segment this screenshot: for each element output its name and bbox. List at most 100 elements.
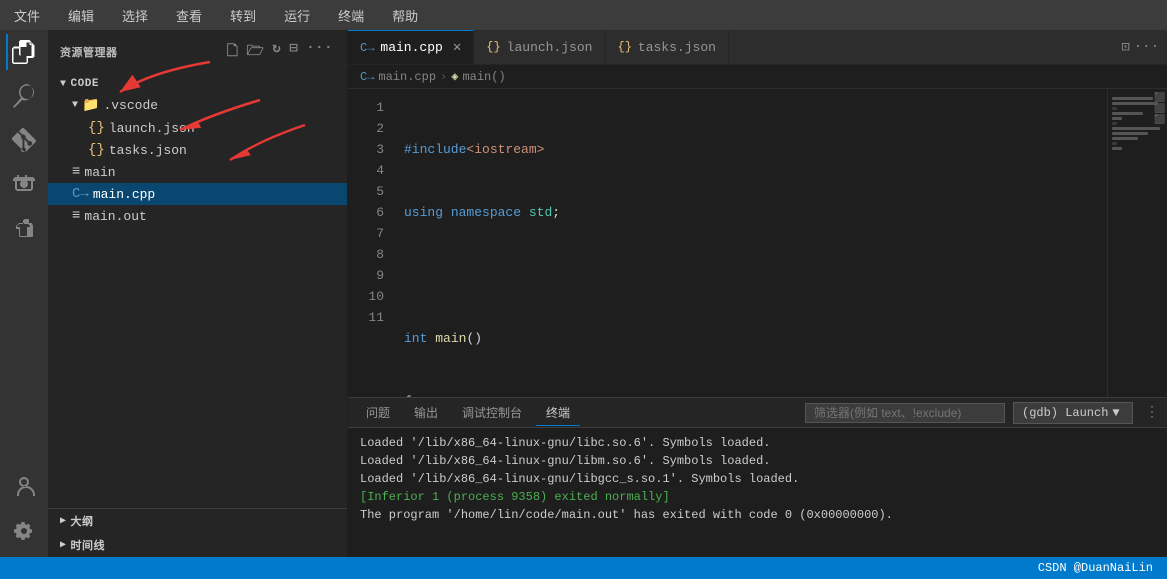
split-editor-icon[interactable]: ⊡ — [1121, 39, 1129, 56]
menu-help[interactable]: 帮助 — [386, 4, 424, 27]
output-line-1: Loaded '/lib/x86_64-linux-gnu/libc.so.6'… — [360, 434, 1155, 452]
mini-line-1 — [1112, 97, 1153, 100]
main-cpp-label: main.cpp — [93, 187, 155, 202]
panel-filter: (gdb) Launch ▼ ⋮ — [805, 402, 1159, 424]
chevron-down-panel: ▼ — [1112, 406, 1119, 420]
json-file-icon-2: {} — [88, 142, 105, 158]
status-bar: CSDN @DuanNaiLin — [0, 557, 1167, 579]
status-csdn[interactable]: CSDN @DuanNaiLin — [1032, 561, 1159, 575]
sidebar: 资源管理器 🗋 🗁 ↻ ⊟ ··· ▼ CODE ▼ 📁 .vscode — [48, 30, 348, 557]
menu-file[interactable]: 文件 — [8, 4, 46, 27]
tab-tasks-json[interactable]: {} tasks.json — [606, 30, 729, 64]
panel-filter-input[interactable] — [805, 403, 1005, 423]
mini-line-5 — [1112, 117, 1122, 120]
panel-tab-debug[interactable]: 调试控制台 — [452, 400, 532, 425]
tasks-json-label: tasks.json — [109, 143, 187, 158]
breadcrumb-file[interactable]: main.cpp — [378, 70, 436, 84]
panel-select-label: (gdb) Launch — [1022, 406, 1108, 420]
mini-line-7 — [1112, 127, 1160, 130]
section-code-title[interactable]: ▼ CODE — [48, 74, 347, 94]
sidebar-item-launch-json[interactable]: {} launch.json — [48, 117, 347, 139]
panel-more-icon[interactable]: ⋮ — [1145, 404, 1159, 421]
file-tree: ▼ 📁 .vscode {} launch.json {} tasks.json… — [48, 94, 347, 227]
panel-tab-issues[interactable]: 问题 — [356, 400, 400, 425]
menu-goto[interactable]: 转到 — [224, 4, 262, 27]
json-file-icon: {} — [88, 120, 105, 136]
activity-extensions[interactable] — [6, 210, 42, 246]
main-content: 资源管理器 🗋 🗁 ↻ ⊟ ··· ▼ CODE ▼ 📁 .vscode — [0, 30, 1167, 557]
chevron-right-timeline: ▶ — [60, 539, 67, 551]
activity-git[interactable] — [6, 122, 42, 158]
sidebar-item-main-exe[interactable]: ≡ main — [48, 161, 347, 183]
vscode-folder-icon: 📁 — [82, 97, 99, 114]
line-numbers: 1 2 3 4 5 6 7 8 9 10 11 — [348, 97, 396, 389]
launch-json-label: launch.json — [109, 121, 195, 136]
refresh-icon[interactable]: ↻ — [270, 38, 283, 66]
panel-output: Loaded '/lib/x86_64-linux-gnu/libc.so.6'… — [348, 428, 1167, 557]
sidebar-bottom: ▶ 大纲 ▶ 时间线 — [48, 508, 347, 557]
line-num-2: 2 — [348, 118, 384, 139]
activity-search[interactable] — [6, 78, 42, 114]
mini-line-2 — [1112, 102, 1158, 105]
exe-icon: ≡ — [72, 164, 80, 180]
line-num-5: 5 — [348, 181, 384, 202]
tab-main-cpp-label: main.cpp — [380, 40, 442, 55]
panel-tab-terminal[interactable]: 终端 — [536, 400, 580, 426]
menu-edit[interactable]: 编辑 — [62, 4, 100, 27]
menu-select[interactable]: 选择 — [116, 4, 154, 27]
menu-run[interactable]: 运行 — [278, 4, 316, 27]
mini-line-6 — [1112, 122, 1117, 125]
activity-settings[interactable] — [6, 513, 42, 549]
tab-launch-json[interactable]: {} launch.json — [474, 30, 605, 64]
menu-view[interactable]: 查看 — [170, 4, 208, 27]
outline-section[interactable]: ▶ 大纲 — [48, 509, 347, 533]
activity-account[interactable] — [6, 469, 42, 505]
sidebar-title: 资源管理器 — [60, 44, 118, 60]
mini-line-10 — [1112, 142, 1117, 145]
tab-tasks-json-label: tasks.json — [638, 40, 716, 55]
code-editor[interactable]: 1 2 3 4 5 6 7 8 9 10 11 #include<iostrea… — [348, 89, 1107, 397]
code-content: #include<iostream> using namespace std; … — [396, 97, 1107, 389]
cpp-file-icon: C→ — [72, 186, 89, 202]
output-line-3: Loaded '/lib/x86_64-linux-gnu/libgcc_s.s… — [360, 470, 1155, 488]
mini-line-8 — [1112, 132, 1148, 135]
breadcrumb-function[interactable]: main() — [462, 70, 505, 84]
output-line-5: The program '/home/lin/code/main.out' ha… — [360, 506, 1155, 524]
sidebar-header-icons: 🗋 🗁 ↻ ⊟ ··· — [225, 38, 335, 66]
new-folder-icon[interactable]: 🗁 — [245, 38, 267, 66]
menu-bar: 文件 编辑 选择 查看 转到 运行 终端 帮助 — [0, 0, 1167, 30]
explorer-section: ▼ CODE ▼ 📁 .vscode {} launch.json {} — [48, 74, 347, 508]
sidebar-item-vscode[interactable]: ▼ 📁 .vscode — [48, 94, 347, 117]
tab-actions: ⊡ ··· — [1113, 30, 1167, 64]
sidebar-item-tasks-json[interactable]: {} tasks.json — [48, 139, 347, 161]
mini-line-9 — [1112, 137, 1138, 140]
sidebar-item-main-out[interactable]: ≡ main.out — [48, 205, 347, 227]
sidebar-item-main-cpp[interactable]: C→ main.cpp — [48, 183, 347, 205]
new-file-icon[interactable]: 🗋 — [225, 38, 241, 66]
menu-terminal[interactable]: 终端 — [332, 4, 370, 27]
tab-json-icon-1: {} — [486, 40, 500, 54]
activity-explorer[interactable] — [6, 34, 42, 70]
line-num-11: 11 — [348, 307, 384, 328]
tab-close-main-cpp[interactable]: ✕ — [453, 39, 461, 56]
minimap-hint: ⬛⬛⬛ — [1154, 91, 1165, 124]
panel-select[interactable]: (gdb) Launch ▼ — [1013, 402, 1133, 424]
main-exe-label: main — [84, 165, 115, 180]
more-icon[interactable]: ··· — [304, 38, 335, 66]
tab-cpp-icon: C→ — [360, 41, 374, 55]
collapse-icon[interactable]: ⊟ — [287, 38, 300, 66]
tab-main-cpp[interactable]: C→ main.cpp ✕ — [348, 30, 474, 64]
line-num-4: 4 — [348, 160, 384, 181]
panel-tab-output[interactable]: 输出 — [404, 400, 448, 425]
activity-debug[interactable] — [6, 166, 42, 202]
output-line-2: Loaded '/lib/x86_64-linux-gnu/libm.so.6'… — [360, 452, 1155, 470]
main-out-label: main.out — [84, 209, 146, 224]
line-num-8: 8 — [348, 244, 384, 265]
mini-line-3 — [1112, 107, 1117, 110]
more-tabs-icon[interactable]: ··· — [1134, 39, 1159, 55]
activity-bar — [0, 30, 48, 557]
timeline-section[interactable]: ▶ 时间线 — [48, 533, 347, 557]
code-line-4: int main() — [404, 328, 1107, 349]
sidebar-header: 资源管理器 🗋 🗁 ↻ ⊟ ··· — [48, 30, 347, 74]
outline-label: 大纲 — [71, 513, 94, 529]
